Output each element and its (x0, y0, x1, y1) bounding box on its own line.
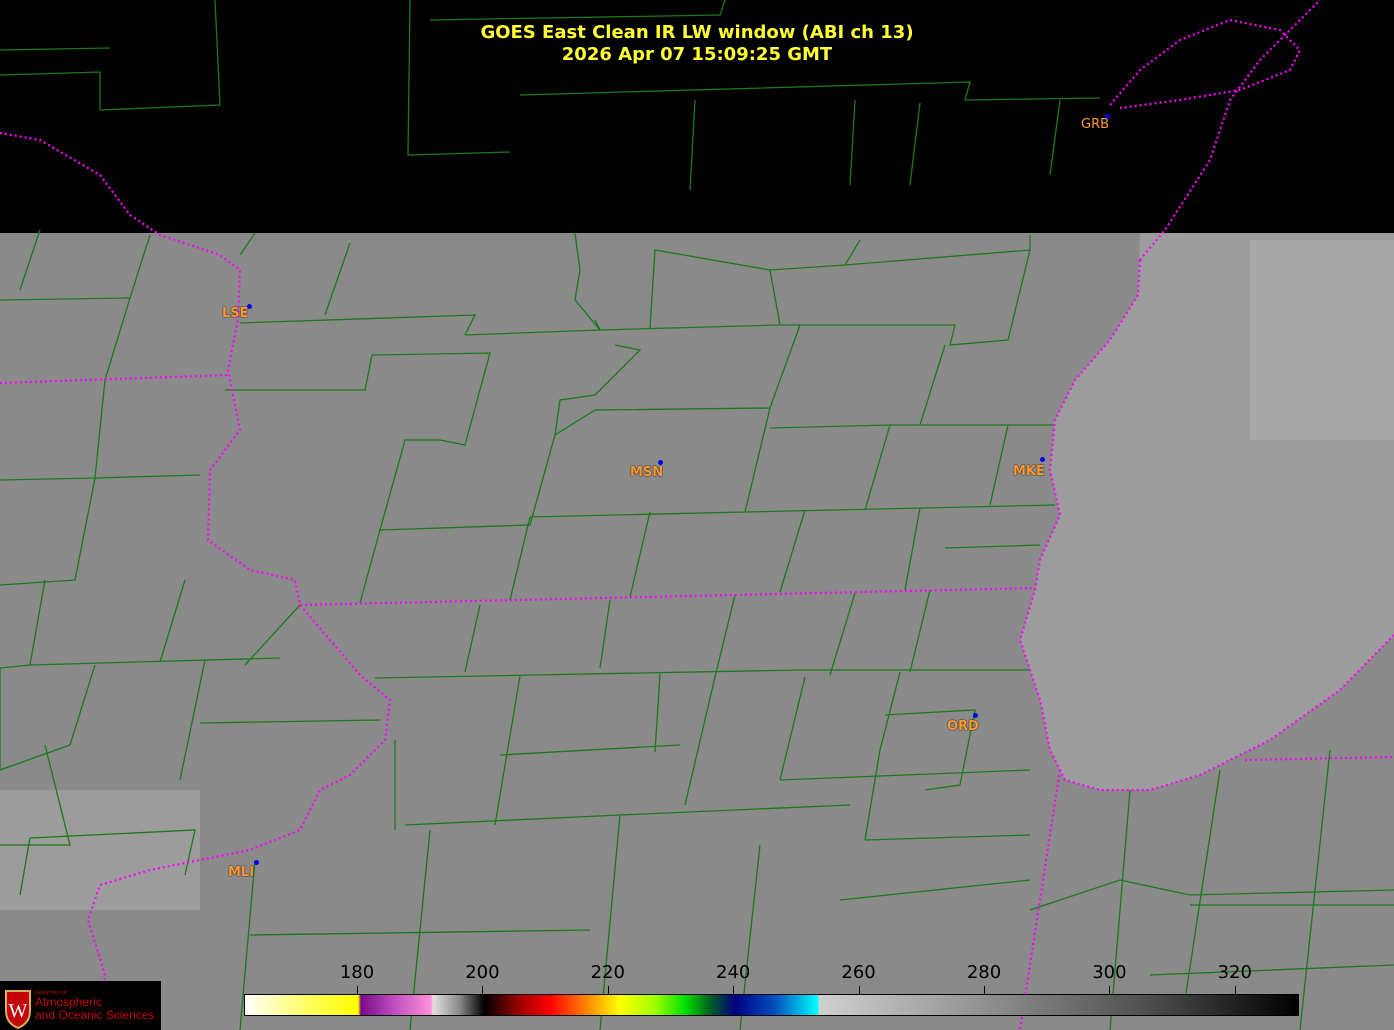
image-timestamp: 2026 Apr 07 15:09:25 GMT (561, 44, 833, 65)
cold-cloud-patch (0, 790, 200, 910)
colorbar-tick (733, 986, 735, 994)
uw-crest-icon: W (5, 990, 31, 1029)
svg-text:W: W (9, 1000, 28, 1022)
aos-logo: W Department of Atmospheric and Oceanic S… (0, 981, 161, 1030)
colorbar-tick-label: 240 (716, 962, 751, 983)
city-marker-mke (1040, 457, 1045, 462)
map-canvas (0, 0, 1394, 1030)
colorbar-tick-label: 180 (339, 962, 375, 983)
city-marker-ord (973, 713, 978, 718)
colorbar-tick-label: 220 (590, 962, 625, 983)
city-marker-mli (254, 860, 259, 865)
colorbar-tick (1109, 986, 1111, 994)
colorbar-tick (482, 986, 484, 994)
cold-cloud-patch (1250, 240, 1394, 440)
image-title: GOES East Clean IR LW window (ABI ch 13) (480, 22, 914, 43)
colorbar-tick-label: 280 (966, 962, 1002, 983)
colorbar-tick-label: 320 (1217, 962, 1252, 983)
colorbar-tick-label: 200 (465, 962, 500, 983)
colorbar-tick-label: 300 (1092, 962, 1127, 983)
colorbar-tick-label: 260 (841, 962, 876, 983)
city-label-ord: ORD (947, 719, 979, 734)
logo-line1: Atmospheric (35, 995, 102, 1009)
satellite-map: GOES East Clean IR LW window (ABI ch 13)… (0, 0, 1394, 1030)
logo-line2: and Oceanic Sciences (35, 1008, 155, 1022)
city-label-mli: MLI (228, 865, 255, 880)
logo-name: Atmospheric and Oceanic Sciences (35, 996, 154, 1022)
city-label-msn: MSN (630, 465, 664, 480)
colorbar-tick (1234, 986, 1236, 994)
colorbar-tick (607, 986, 609, 994)
city-label-lse: LSE (222, 306, 249, 321)
colorbar-tick (858, 986, 860, 994)
colorbar-tick (357, 986, 358, 994)
temperature-colorbar (244, 994, 1299, 1016)
city-label-grb: GRB (1081, 117, 1110, 132)
city-label-mke: MKE (1013, 464, 1045, 479)
colorbar-tick (984, 986, 985, 994)
